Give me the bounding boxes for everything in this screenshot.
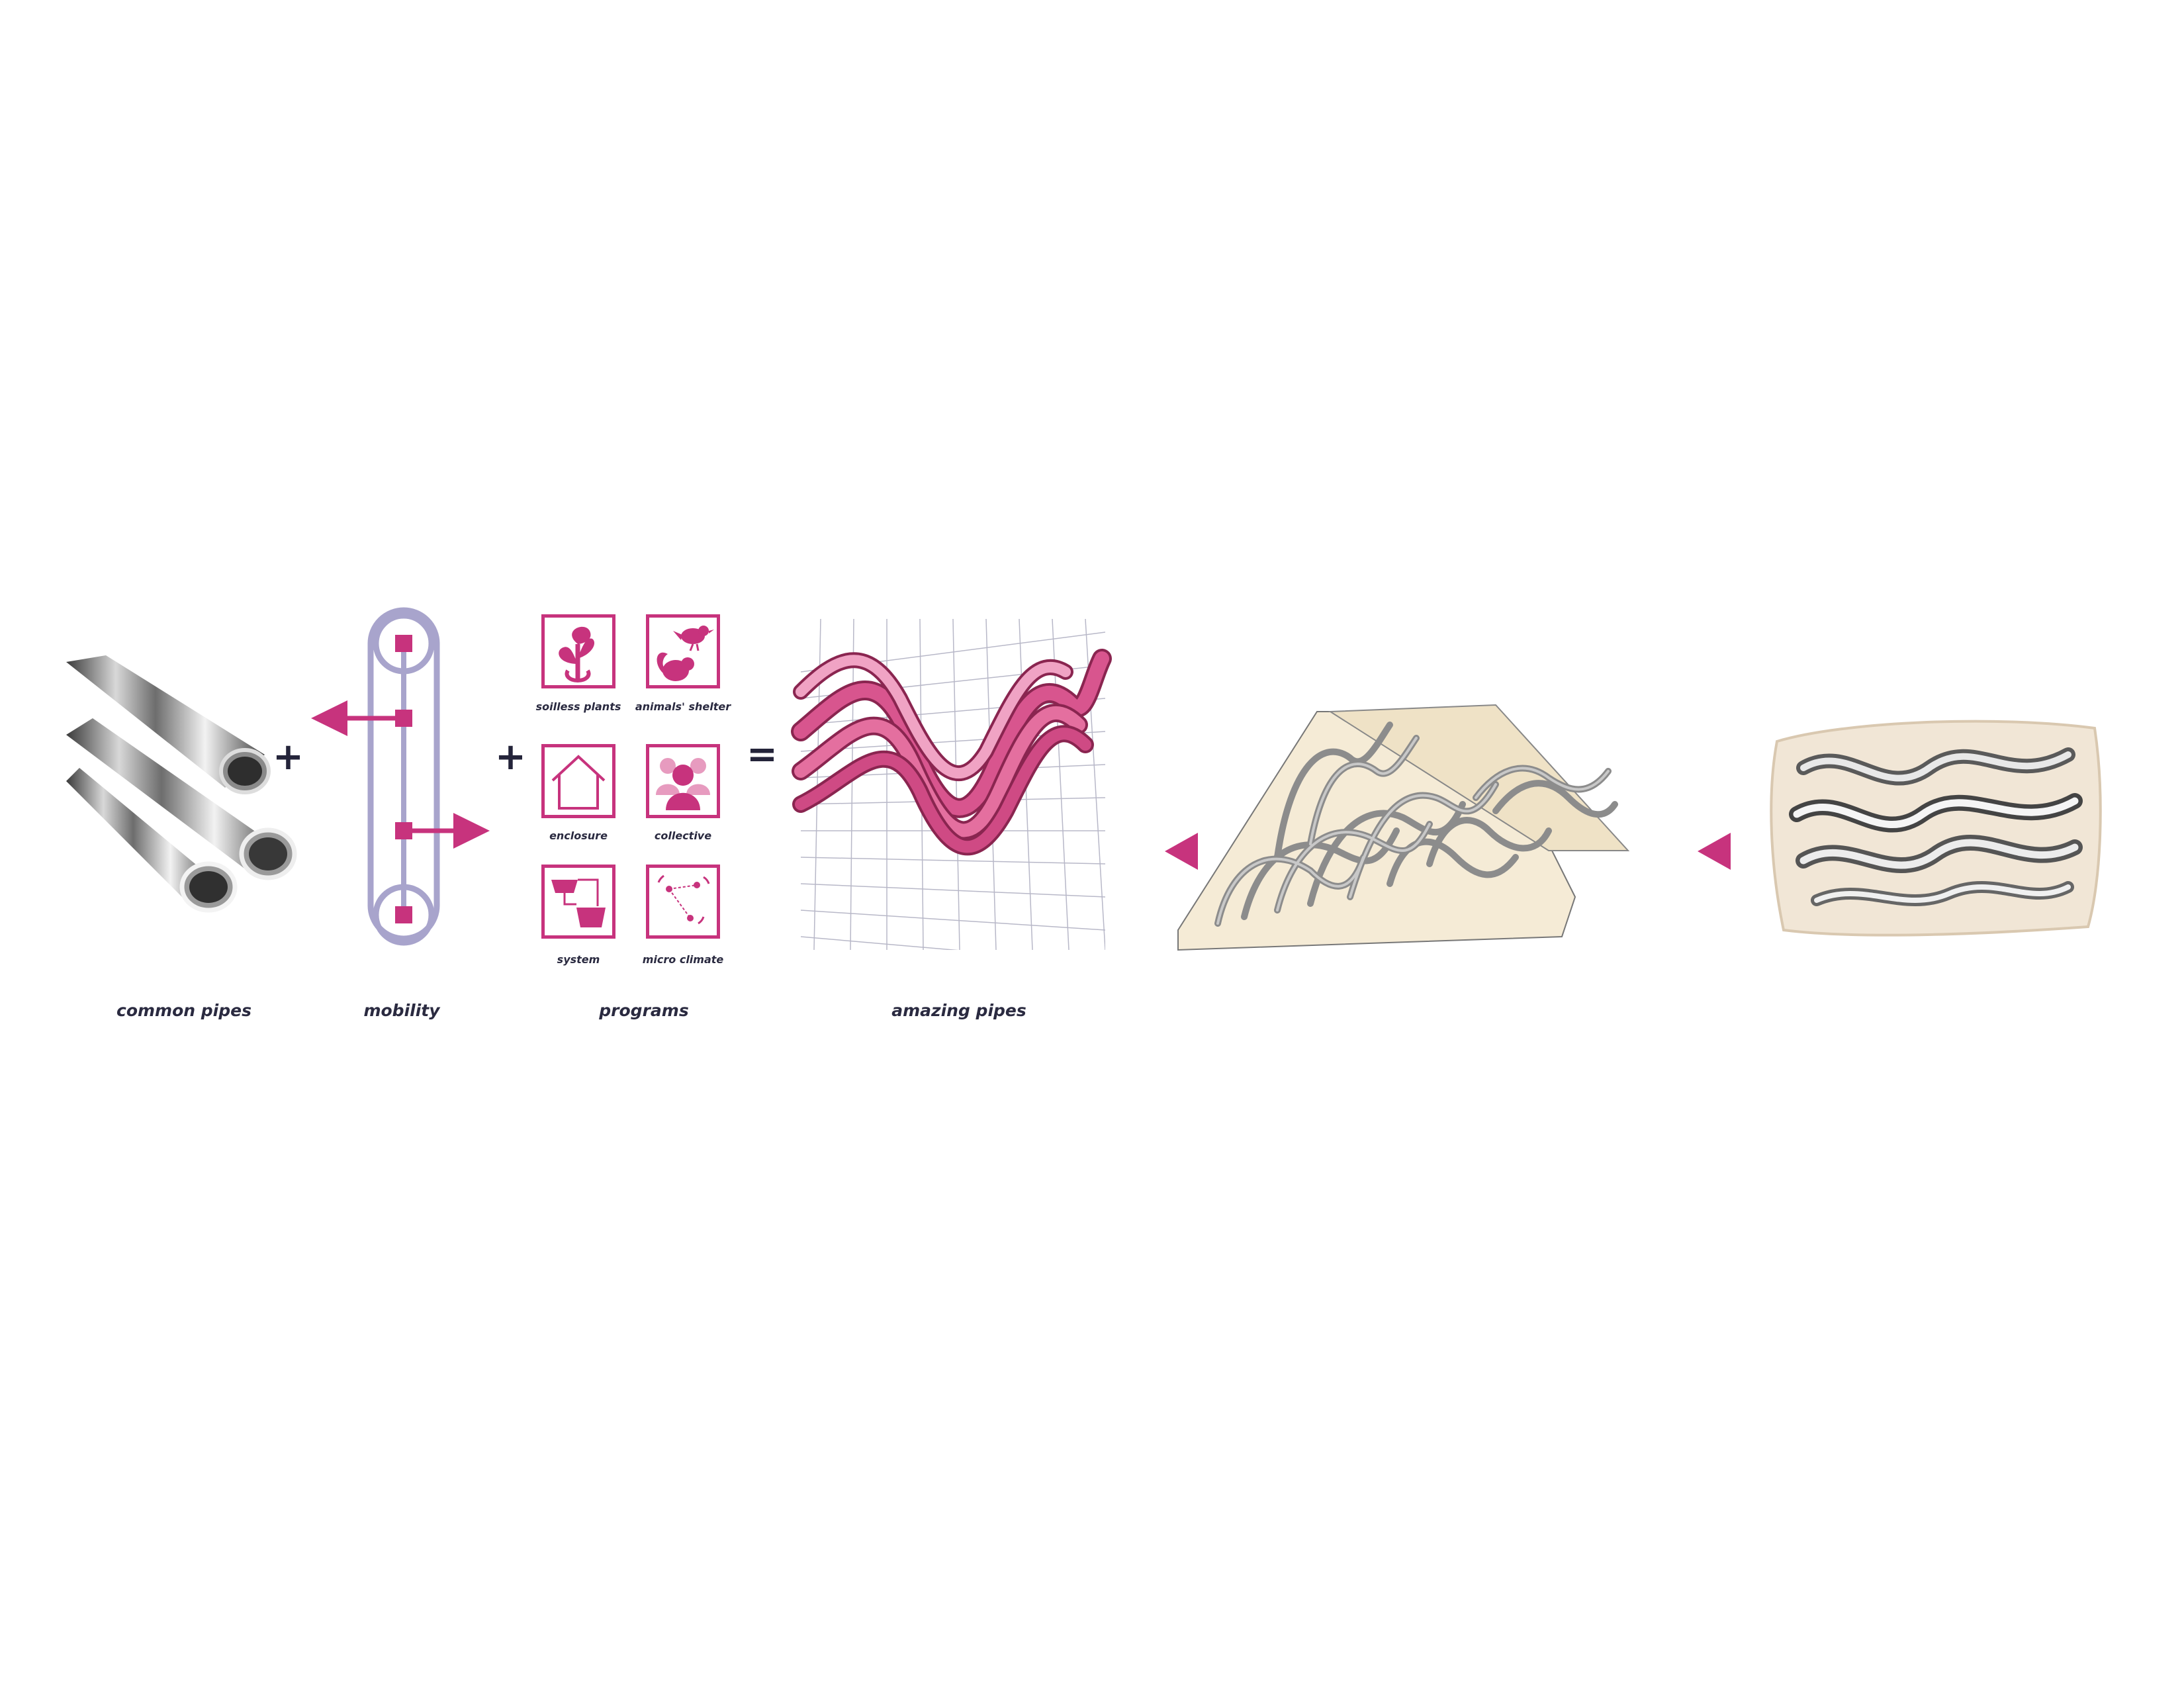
plus-operator: + xyxy=(495,735,526,778)
plant-icon xyxy=(559,626,595,682)
mobility-diagram xyxy=(311,607,490,946)
program-label: collective xyxy=(654,829,712,842)
program-tile-system xyxy=(541,865,615,939)
program-tile-soilless-plants xyxy=(541,614,615,688)
bird-squirrel-icon xyxy=(657,626,714,681)
left-arrow-icon xyxy=(1698,833,1731,870)
plus-operator: + xyxy=(273,735,304,778)
program-label: animals' shelter xyxy=(635,700,731,713)
node-square xyxy=(395,635,412,652)
node-square xyxy=(395,906,412,923)
sketch-model-image xyxy=(1177,704,1630,951)
program-tile-animals-shelter xyxy=(646,614,720,688)
house-icon xyxy=(551,755,606,810)
signal-icon xyxy=(657,874,710,925)
program-label: micro climate xyxy=(642,953,724,966)
system-icon xyxy=(551,878,606,927)
program-tile-collective xyxy=(646,744,720,818)
amazing-pipes-render xyxy=(791,619,1112,950)
caption-amazing-pipes: amazing pipes xyxy=(891,1001,1026,1020)
program-tile-enclosure xyxy=(541,744,615,818)
program-tile-micro-climate xyxy=(646,865,720,939)
caption-programs: programs xyxy=(599,1001,689,1020)
node-square xyxy=(395,822,412,839)
equals-operator: = xyxy=(747,733,778,776)
common-pipes-image xyxy=(66,655,297,913)
people-icon xyxy=(656,758,710,810)
node-square xyxy=(395,710,412,727)
caption-common-pipes: common pipes xyxy=(116,1001,251,1020)
clay-model-image xyxy=(1770,720,2102,937)
caption-mobility: mobility xyxy=(363,1001,440,1020)
